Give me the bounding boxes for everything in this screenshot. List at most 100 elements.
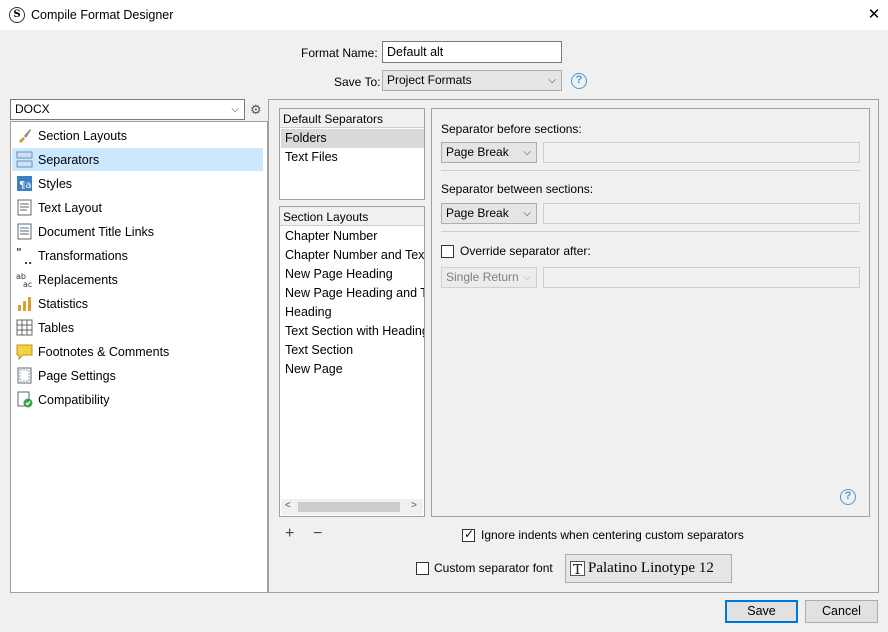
gear-icon[interactable]: ⚙ [250,102,262,118]
svg-text:¶a: ¶a [19,180,32,191]
chevron-left-icon[interactable]: < [285,500,291,511]
format-type-select[interactable]: DOCX ⌵ [10,99,245,120]
chevron-right-icon[interactable]: > [411,500,417,511]
custom-font-checkbox[interactable] [416,562,429,575]
sidebar-item-label: Document Title Links [38,225,155,239]
sidebar-item-footnotes[interactable]: Footnotes & Comments [12,340,263,363]
chevron-down-icon: ⌵ [523,272,531,283]
save-to-select[interactable]: Project Formats ⌵ [382,70,562,91]
cancel-button[interactable]: Cancel [805,600,878,623]
sidebar-item-transformations[interactable]: ",, Transformations [12,244,263,267]
table-icon [16,319,33,336]
section-layouts-list: Section Layouts Chapter Number Chapter N… [279,206,425,517]
format-name-label: Format Name: [301,46,378,60]
list-item[interactable]: New Page Heading [281,265,424,284]
ignore-indents-checkbox[interactable] [462,527,475,542]
sidebar-item-label: Statistics [38,297,89,311]
override-separator-checkbox[interactable] [441,245,454,258]
sidebar-item-page-settings[interactable]: Page Settings [12,364,263,387]
default-separators-header: Default Separators [280,109,424,128]
horizontal-scrollbar[interactable]: < > [281,499,423,515]
separator-settings-panel: Separator before sections: Page Break ⌵ … [431,108,870,517]
separator-between-custom-input[interactable] [543,203,860,224]
list-item[interactable]: Text Section [281,341,424,360]
sidebar-item-section-layouts[interactable]: Section Layouts [12,124,263,147]
separator-before-value: Page Break [446,145,509,159]
save-to-value: Project Formats [387,73,472,87]
sidebar-item-replacements[interactable]: ab ac Replacements [12,268,263,291]
compat-icon [17,391,33,408]
divider [441,231,860,232]
chevron-down-icon: ⌵ [548,75,556,86]
list-item-text-files[interactable]: Text Files [281,148,424,167]
list-item[interactable]: New Page [281,360,424,379]
sidebar-item-statistics[interactable]: Statistics [12,292,263,315]
scrivener-logo-icon: S [9,7,25,23]
list-item[interactable]: Heading [281,303,424,322]
sidebar-item-label: Tables [38,321,75,335]
brush-icon [19,129,31,143]
list-item[interactable]: Text Section with Heading [281,322,424,341]
svg-text:,,: ,, [24,254,32,264]
separator-before-select[interactable]: Page Break ⌵ [441,142,537,163]
sidebar-item-label: Page Settings [38,369,116,383]
title-bar: S Compile Format Designer ✕ [0,0,888,30]
section-layouts-header: Section Layouts [280,207,424,226]
add-icon[interactable]: + [285,525,294,543]
bar-chart-icon [18,297,31,311]
list-item[interactable]: Chapter Number and Text [281,246,424,265]
override-separator-custom-input[interactable] [543,267,860,288]
sidebar-item-tables[interactable]: Tables [12,316,263,339]
styles-icon: ¶a [17,176,32,191]
list-item-folders[interactable]: Folders [281,129,424,148]
svg-text:ac: ac [23,280,32,288]
list-item[interactable]: Chapter Number [281,227,424,246]
window-title: Compile Format Designer [31,8,174,22]
sidebar-item-label: Footnotes & Comments [38,345,170,359]
chevron-down-icon: ⌵ [523,147,531,158]
list-item[interactable]: New Page Heading and Text [281,284,424,303]
separator-between-select[interactable]: Page Break ⌵ [441,203,537,224]
sidebar-item-label: Text Layout [38,201,102,215]
sidebar-item-label: Section Layouts [38,129,127,143]
remove-icon[interactable]: − [313,525,322,543]
sidebar-item-styles[interactable]: ¶a Styles [12,172,263,195]
svg-text:": " [16,247,22,259]
sidebar-item-label: Transformations [38,249,128,263]
sidebar-panel: Section Layouts Separators ¶a Styles Tex… [10,121,268,593]
sidebar-item-label: Replacements [38,273,118,287]
scrollbar-thumb[interactable] [298,502,400,512]
quotes-icon: ",, [16,247,32,264]
sidebar-item-label: Compatibility [38,393,110,407]
font-picker-button[interactable]: Palatino Linotype 12 [565,554,732,583]
override-separator-select[interactable]: Single Return ⌵ [441,267,537,288]
sidebar-item-separators[interactable]: Separators [12,148,263,171]
document-links-icon [17,223,32,240]
font-picker-label: Palatino Linotype 12 [588,560,714,576]
text-layout-icon [17,199,32,216]
page-icon [17,367,32,384]
save-button[interactable]: Save [725,600,798,623]
close-icon[interactable]: ✕ [866,5,882,23]
sidebar-item-label: Styles [38,177,73,191]
default-separators-list: Default Separators Folders Text Files [279,108,425,200]
sidebar-item-compatibility[interactable]: Compatibility [12,388,263,411]
chevron-down-icon: ⌵ [231,104,239,115]
sidebar-item-text-layout[interactable]: Text Layout [12,196,263,219]
format-name-input[interactable]: Default alt [382,41,562,63]
separators-icon [16,151,33,168]
sidebar-item-label: Separators [38,153,100,167]
override-separator-value: Single Return [446,270,519,284]
separator-before-label: Separator before sections: [441,122,582,136]
divider [441,170,860,171]
help-icon[interactable]: ? [571,73,587,89]
replace-icon: abac [16,272,32,288]
help-icon[interactable]: ? [840,489,856,505]
save-to-label: Save To: [334,75,381,89]
sidebar-item-document-title-links[interactable]: Document Title Links [12,220,263,243]
chevron-down-icon: ⌵ [523,208,531,219]
separator-before-custom-input[interactable] [543,142,860,163]
format-type-value: DOCX [15,102,50,116]
separator-between-label: Separator between sections: [441,182,594,196]
separator-between-value: Page Break [446,206,509,220]
